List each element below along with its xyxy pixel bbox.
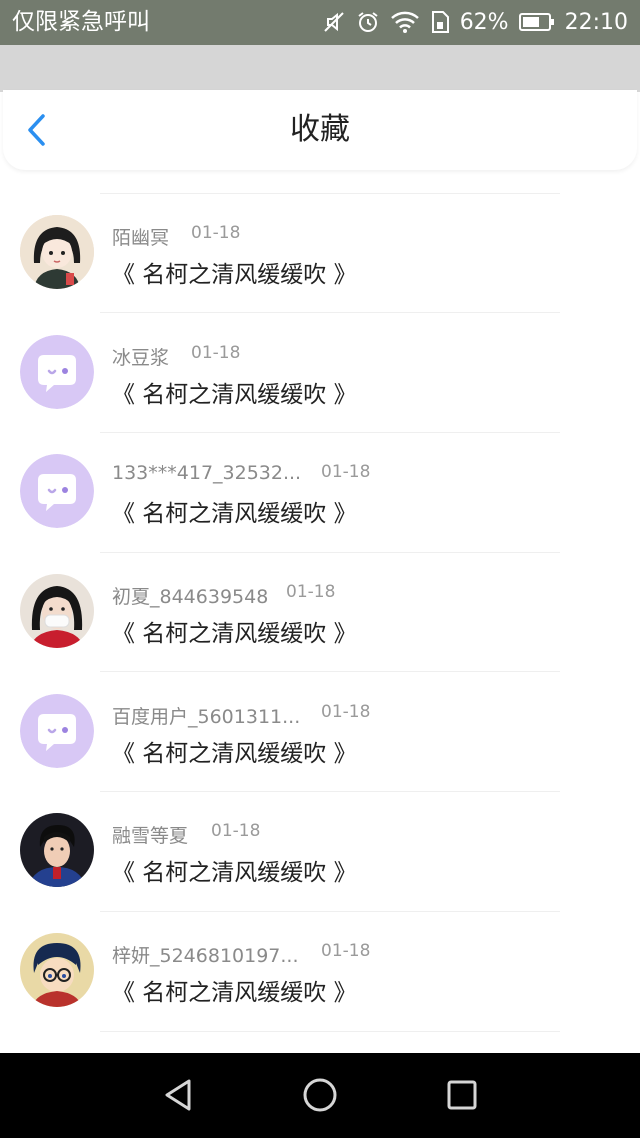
username: 冰豆浆 <box>112 346 170 369</box>
list-item[interactable]: 梓妍_5246810197... 01-18 《 名柯之清风缓缓吹 》 <box>0 911 640 1031</box>
username: 梓妍_5246810197... <box>112 945 299 968</box>
username: 初夏_844639548 <box>112 586 269 609</box>
item-date: 01-18 <box>321 701 371 722</box>
item-title[interactable]: 《 名柯之清风缓缓吹 》 <box>112 614 357 648</box>
item-meta: 初夏_844639548 01-18 <box>112 582 335 609</box>
item-date: 01-18 <box>211 821 261 842</box>
username: 融雪等夏 <box>112 825 189 848</box>
header-backdrop <box>0 45 640 92</box>
default-avatar-icon <box>20 454 94 529</box>
battery-percent: 62% <box>459 9 509 35</box>
nav-recents-button[interactable] <box>442 1075 482 1115</box>
item-date: 01-18 <box>286 582 336 603</box>
avatar[interactable] <box>20 933 94 1008</box>
clock: 22:10 <box>564 9 628 35</box>
list-item[interactable]: 初夏_844639548 01-18 《 名柯之清风缓缓吹 》 <box>0 552 640 672</box>
list-divider <box>100 1031 560 1032</box>
item-title[interactable]: 《 名柯之清风缓缓吹 》 <box>112 734 357 768</box>
nav-home-button[interactable] <box>300 1075 340 1115</box>
default-avatar-icon <box>20 693 94 768</box>
username: 陌幽冥 <box>112 227 170 249</box>
item-title[interactable]: 《 名柯之清风缓缓吹 》 <box>112 853 357 887</box>
app-header: 收藏 <box>3 90 637 170</box>
home-circle-icon <box>303 1078 337 1112</box>
item-date: 01-18 <box>191 342 241 363</box>
default-avatar-icon <box>20 334 94 409</box>
item-date: 01-18 <box>321 462 371 483</box>
item-meta: 百度用户_5601311... 01-18 <box>112 702 370 728</box>
item-title[interactable]: 《 名柯之清风缓缓吹 》 <box>112 973 357 1007</box>
avatar[interactable] <box>20 813 94 888</box>
avatar[interactable] <box>20 215 94 289</box>
sim-icon <box>430 10 450 34</box>
recents-square-icon <box>447 1080 477 1110</box>
avatar[interactable] <box>20 334 94 409</box>
list-item[interactable]: 陌幽冥 01-18 《 名柯之清风缓缓吹 》 <box>0 193 640 313</box>
avatar[interactable] <box>20 454 94 529</box>
item-meta: 冰豆浆 01-18 <box>112 343 240 369</box>
status-bar: 仅限紧急呼叫 62% 22:10 <box>0 0 640 45</box>
favorites-list: 陌幽冥 01-18 《 名柯之清风缓缓吹 》 冰豆浆 01-18 《 名柯之清风… <box>0 193 640 1032</box>
username: 百度用户_5601311... <box>112 705 301 728</box>
avatar[interactable] <box>20 693 94 768</box>
list-item[interactable]: 冰豆浆 01-18 《 名柯之清风缓缓吹 》 <box>0 313 640 433</box>
list-item[interactable]: 百度用户_5601311... 01-18 《 名柯之清风缓缓吹 》 <box>0 672 640 792</box>
item-title[interactable]: 《 名柯之清风缓缓吹 》 <box>112 375 357 409</box>
list-item[interactable]: 133***417_32532... 01-18 《 名柯之清风缓缓吹 》 <box>0 432 640 552</box>
wifi-icon <box>390 10 420 34</box>
item-meta: 梓妍_5246810197... 01-18 <box>112 941 370 968</box>
alarm-icon <box>356 10 380 34</box>
battery-icon <box>518 11 555 33</box>
back-triangle-icon <box>165 1079 191 1111</box>
page-title: 收藏 <box>290 112 350 147</box>
status-icons: 62% 22:10 <box>322 8 628 36</box>
avatar[interactable] <box>20 574 94 649</box>
username: 133***417_32532... <box>112 462 302 485</box>
item-title[interactable]: 《 名柯之清风缓缓吹 》 <box>112 255 357 289</box>
system-nav-bar <box>0 1053 640 1138</box>
muted-icon <box>322 10 346 34</box>
item-meta: 陌幽冥 01-18 <box>112 223 240 249</box>
item-date: 01-18 <box>191 223 241 243</box>
item-meta: 133***417_32532... 01-18 <box>112 462 370 486</box>
item-title[interactable]: 《 名柯之清风缓缓吹 》 <box>112 494 357 528</box>
item-meta: 融雪等夏 01-18 <box>112 821 260 848</box>
item-date: 01-18 <box>321 941 371 962</box>
carrier-text: 仅限紧急呼叫 <box>12 9 150 35</box>
nav-back-button[interactable] <box>158 1075 198 1115</box>
list-item[interactable]: 融雪等夏 01-18 《 名柯之清风缓缓吹 》 <box>0 791 640 911</box>
